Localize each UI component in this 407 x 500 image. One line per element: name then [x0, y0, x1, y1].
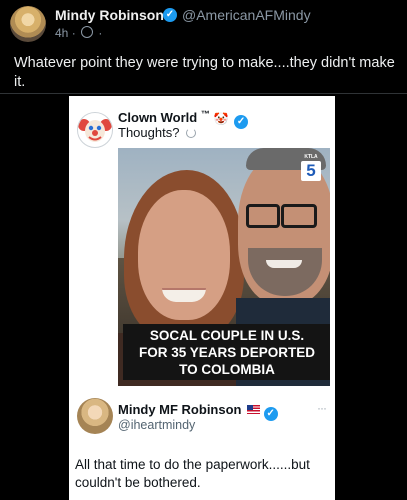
author-name[interactable]: Mindy Robinson — [55, 7, 164, 23]
globe-icon — [81, 26, 94, 38]
loading-icon — [186, 128, 197, 138]
nested-author-name-text: Mindy MF Robinson — [118, 402, 242, 417]
meta-separator: · — [71, 26, 76, 40]
quoted-post-card[interactable]: Clown World ™ 🤡 ✓ Thoughts? KTLA 5 SOCAL… — [69, 96, 335, 500]
man-smile — [266, 260, 302, 268]
ktla-logo-icon: KTLA 5 — [299, 154, 323, 182]
verified-badge-icon: ✓ — [263, 407, 278, 421]
trademark-symbol: ™ — [200, 109, 210, 119]
clown-face-icon — [78, 114, 112, 146]
divider — [0, 93, 407, 94]
quoted-author-name-text: Clown World — [118, 110, 198, 125]
quoted-post-text: Thoughts? — [118, 125, 197, 140]
verified-badge-icon: ✓ — [163, 8, 177, 22]
outer-post-header: Mindy Robinson ✓ @AmericanAFMindy 4h · · — [0, 0, 407, 48]
man-glasses-right — [281, 204, 317, 228]
meta-separator-2: · — [98, 26, 103, 40]
nested-author-handle[interactable]: @iheartmindy — [118, 418, 195, 432]
nested-author-avatar[interactable] — [77, 398, 113, 434]
station-label: KTLA — [304, 154, 318, 160]
clown-emoji-icon: 🤡 — [213, 112, 229, 126]
verified-badge-icon: ✓ — [234, 115, 249, 129]
news-video-thumbnail[interactable]: KTLA 5 SOCAL COUPLE IN U.S. FOR 35 YEARS… — [118, 148, 330, 386]
caption-line: SOCAL COUPLE IN U.S. — [149, 328, 305, 343]
quoted-post-text-content: Thoughts? — [118, 125, 180, 140]
news-caption: SOCAL COUPLE IN U.S. FOR 35 YEARS DEPORT… — [123, 324, 330, 380]
caption-line: FOR 35 YEARS DEPORTED — [138, 345, 316, 360]
post-meta: 4h · · — [55, 26, 102, 40]
more-icon[interactable]: ··· — [317, 401, 327, 415]
us-flag-icon — [247, 405, 261, 414]
nested-post-text: All that time to do the paperwork......b… — [75, 457, 310, 490]
avatar[interactable] — [10, 6, 46, 42]
clown-world-avatar[interactable] — [77, 112, 113, 148]
caption-line: TO COLOMBIA — [179, 362, 275, 377]
post-time[interactable]: 4h — [55, 26, 68, 40]
station-number: 5 — [301, 161, 321, 181]
man-glasses-left — [246, 204, 280, 228]
author-handle[interactable]: @AmericanAFMindy — [182, 7, 311, 23]
post-text: Whatever point they were trying to make.… — [14, 55, 395, 90]
